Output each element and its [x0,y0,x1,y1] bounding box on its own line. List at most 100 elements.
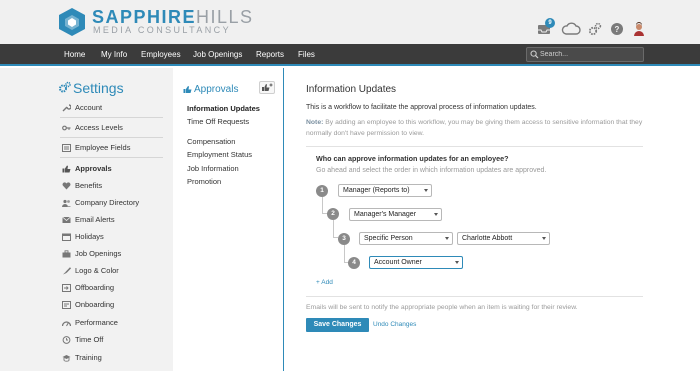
inbox-badge: 9 [545,18,555,28]
subnav-time-off-requests[interactable]: Time Off Requests [187,117,249,127]
training-icon [62,355,71,362]
settings-gears-icon[interactable] [588,22,604,38]
nav-reports[interactable]: Reports [256,44,284,66]
gears-icon [59,81,71,93]
inbox-icon[interactable]: 9 [537,18,555,38]
sidebar-item-label: Access Levels [75,123,123,132]
thumbs-up-icon [62,165,71,173]
nav-my-info[interactable]: My Info [101,44,127,66]
subnav-information-updates[interactable]: Information Updates [187,104,260,114]
subnav-employment-status[interactable]: Employment Status [187,150,252,160]
nav-files[interactable]: Files [298,44,315,66]
approvals-subnav: Approvals Information Updates Time Off R… [173,68,284,371]
step-connector [333,220,338,238]
brand-name: SAPPHIREHILLS [92,7,254,27]
chevron-down-icon [455,261,459,264]
heart-icon [62,182,71,190]
undo-changes-link[interactable]: Undo Changes [373,321,416,328]
select-value: Manager's Manager [354,211,417,218]
chevron-down-icon [445,237,449,240]
search-box [526,47,644,62]
select-value: Account Owner [374,259,422,266]
sidebar-divider [60,117,163,118]
sidebar-divider [60,157,163,158]
gauge-icon [62,321,71,327]
divider [306,146,643,147]
approvals-title-text: Approvals [194,84,239,95]
wrench-icon [62,104,71,112]
approver-step-3-select[interactable]: Specific Person [359,232,453,245]
clock-icon [62,336,71,344]
step-number: 4 [348,257,360,269]
permission-note: Note: By adding an employee to this work… [306,117,651,139]
approver-step-2-select[interactable]: Manager's Manager [349,208,442,221]
select-value: Charlotte Abbott [462,235,513,242]
sidebar-item-label: Training [75,353,102,362]
subnav-job-information[interactable]: Job Information [187,164,239,174]
search-icon [530,50,539,59]
chevron-down-icon [542,237,546,240]
sidebar-item-label: Time Off [75,335,104,344]
sidebar-item-label: Company Directory [75,198,140,207]
nav-job-openings[interactable]: Job Openings [193,44,242,66]
page-description: This is a workflow to facilitate the app… [306,104,537,111]
key-icon [62,125,71,131]
step-number: 1 [316,185,328,197]
sidebar-item-label: Job Openings [75,249,122,258]
settings-title-text: Settings [73,80,124,96]
chevron-down-icon [424,189,428,192]
sidebar-item-label: Onboarding [75,300,115,309]
sidebar-item-label: Performance [75,318,118,327]
main-content: Information Updates This is a workflow t… [285,68,700,371]
list-icon [62,144,71,152]
note-label: Note: [306,119,324,126]
search-input[interactable] [540,48,640,61]
paint-icon [63,267,71,275]
sidebar-item-label: Offboarding [75,283,115,292]
divider [306,296,643,297]
email-notification-note: Emails will be sent to notify the approp… [306,304,578,311]
approvers-question: Who can approve information updates for … [316,154,509,163]
approvers-instructions: Go ahead and select the order in which i… [316,167,547,174]
cloud-upload-icon[interactable] [561,22,581,38]
brand-subtitle: MEDIA CONSULTANCY [93,25,231,35]
people-icon [62,199,71,207]
specific-person-select[interactable]: Charlotte Abbott [457,232,550,245]
briefcase-icon [62,250,71,258]
page-title: Information Updates [306,84,397,95]
chevron-down-icon [434,213,438,216]
user-avatar-icon[interactable] [632,22,648,38]
add-approver-link[interactable]: + Add [316,279,333,286]
approver-step-4-select[interactable]: Account Owner [369,256,463,269]
main-nav: Home My Info Employees Job Openings Repo… [0,44,700,66]
envelope-icon [62,216,71,223]
sidebar-item-label: Logo & Color [75,266,119,275]
nav-employees[interactable]: Employees [141,44,181,66]
sidebar-item-label: Employee Fields [75,143,131,152]
step-number: 3 [338,233,350,245]
nav-home[interactable]: Home [64,44,85,66]
note-text: By adding an employee to this workflow, … [306,119,643,137]
sidebar-item-label: Email Alerts [75,215,115,224]
subnav-promotion[interactable]: Promotion [187,177,221,187]
select-value: Specific Person [364,235,413,242]
sidebar-item-label: Benefits [75,181,103,190]
settings-sidebar: Settings Account Access Levels Employee … [0,68,173,371]
sidebar-item-label: Account [75,103,103,112]
approver-step-1-select[interactable]: Manager (Reports to) [338,184,432,197]
help-icon[interactable]: ? [610,22,626,38]
sidebar-divider [60,137,163,138]
save-changes-button[interactable]: Save Changes [306,318,369,332]
company-logo-icon[interactable] [58,7,86,37]
add-thumbs-up-icon [262,83,273,91]
sidebar-item-label: Holidays [75,232,104,241]
sidebar-item-label: Approvals [75,164,112,173]
offboarding-icon [62,284,71,292]
subnav-compensation[interactable]: Compensation [187,137,235,147]
add-approval-button[interactable] [259,81,275,94]
onboarding-icon [62,301,71,309]
brand-header: SAPPHIREHILLS MEDIA CONSULTANCY 9 ? [0,0,700,44]
select-value: Manager (Reports to) [343,187,410,194]
calendar-icon [62,233,71,241]
step-number: 2 [327,208,339,220]
